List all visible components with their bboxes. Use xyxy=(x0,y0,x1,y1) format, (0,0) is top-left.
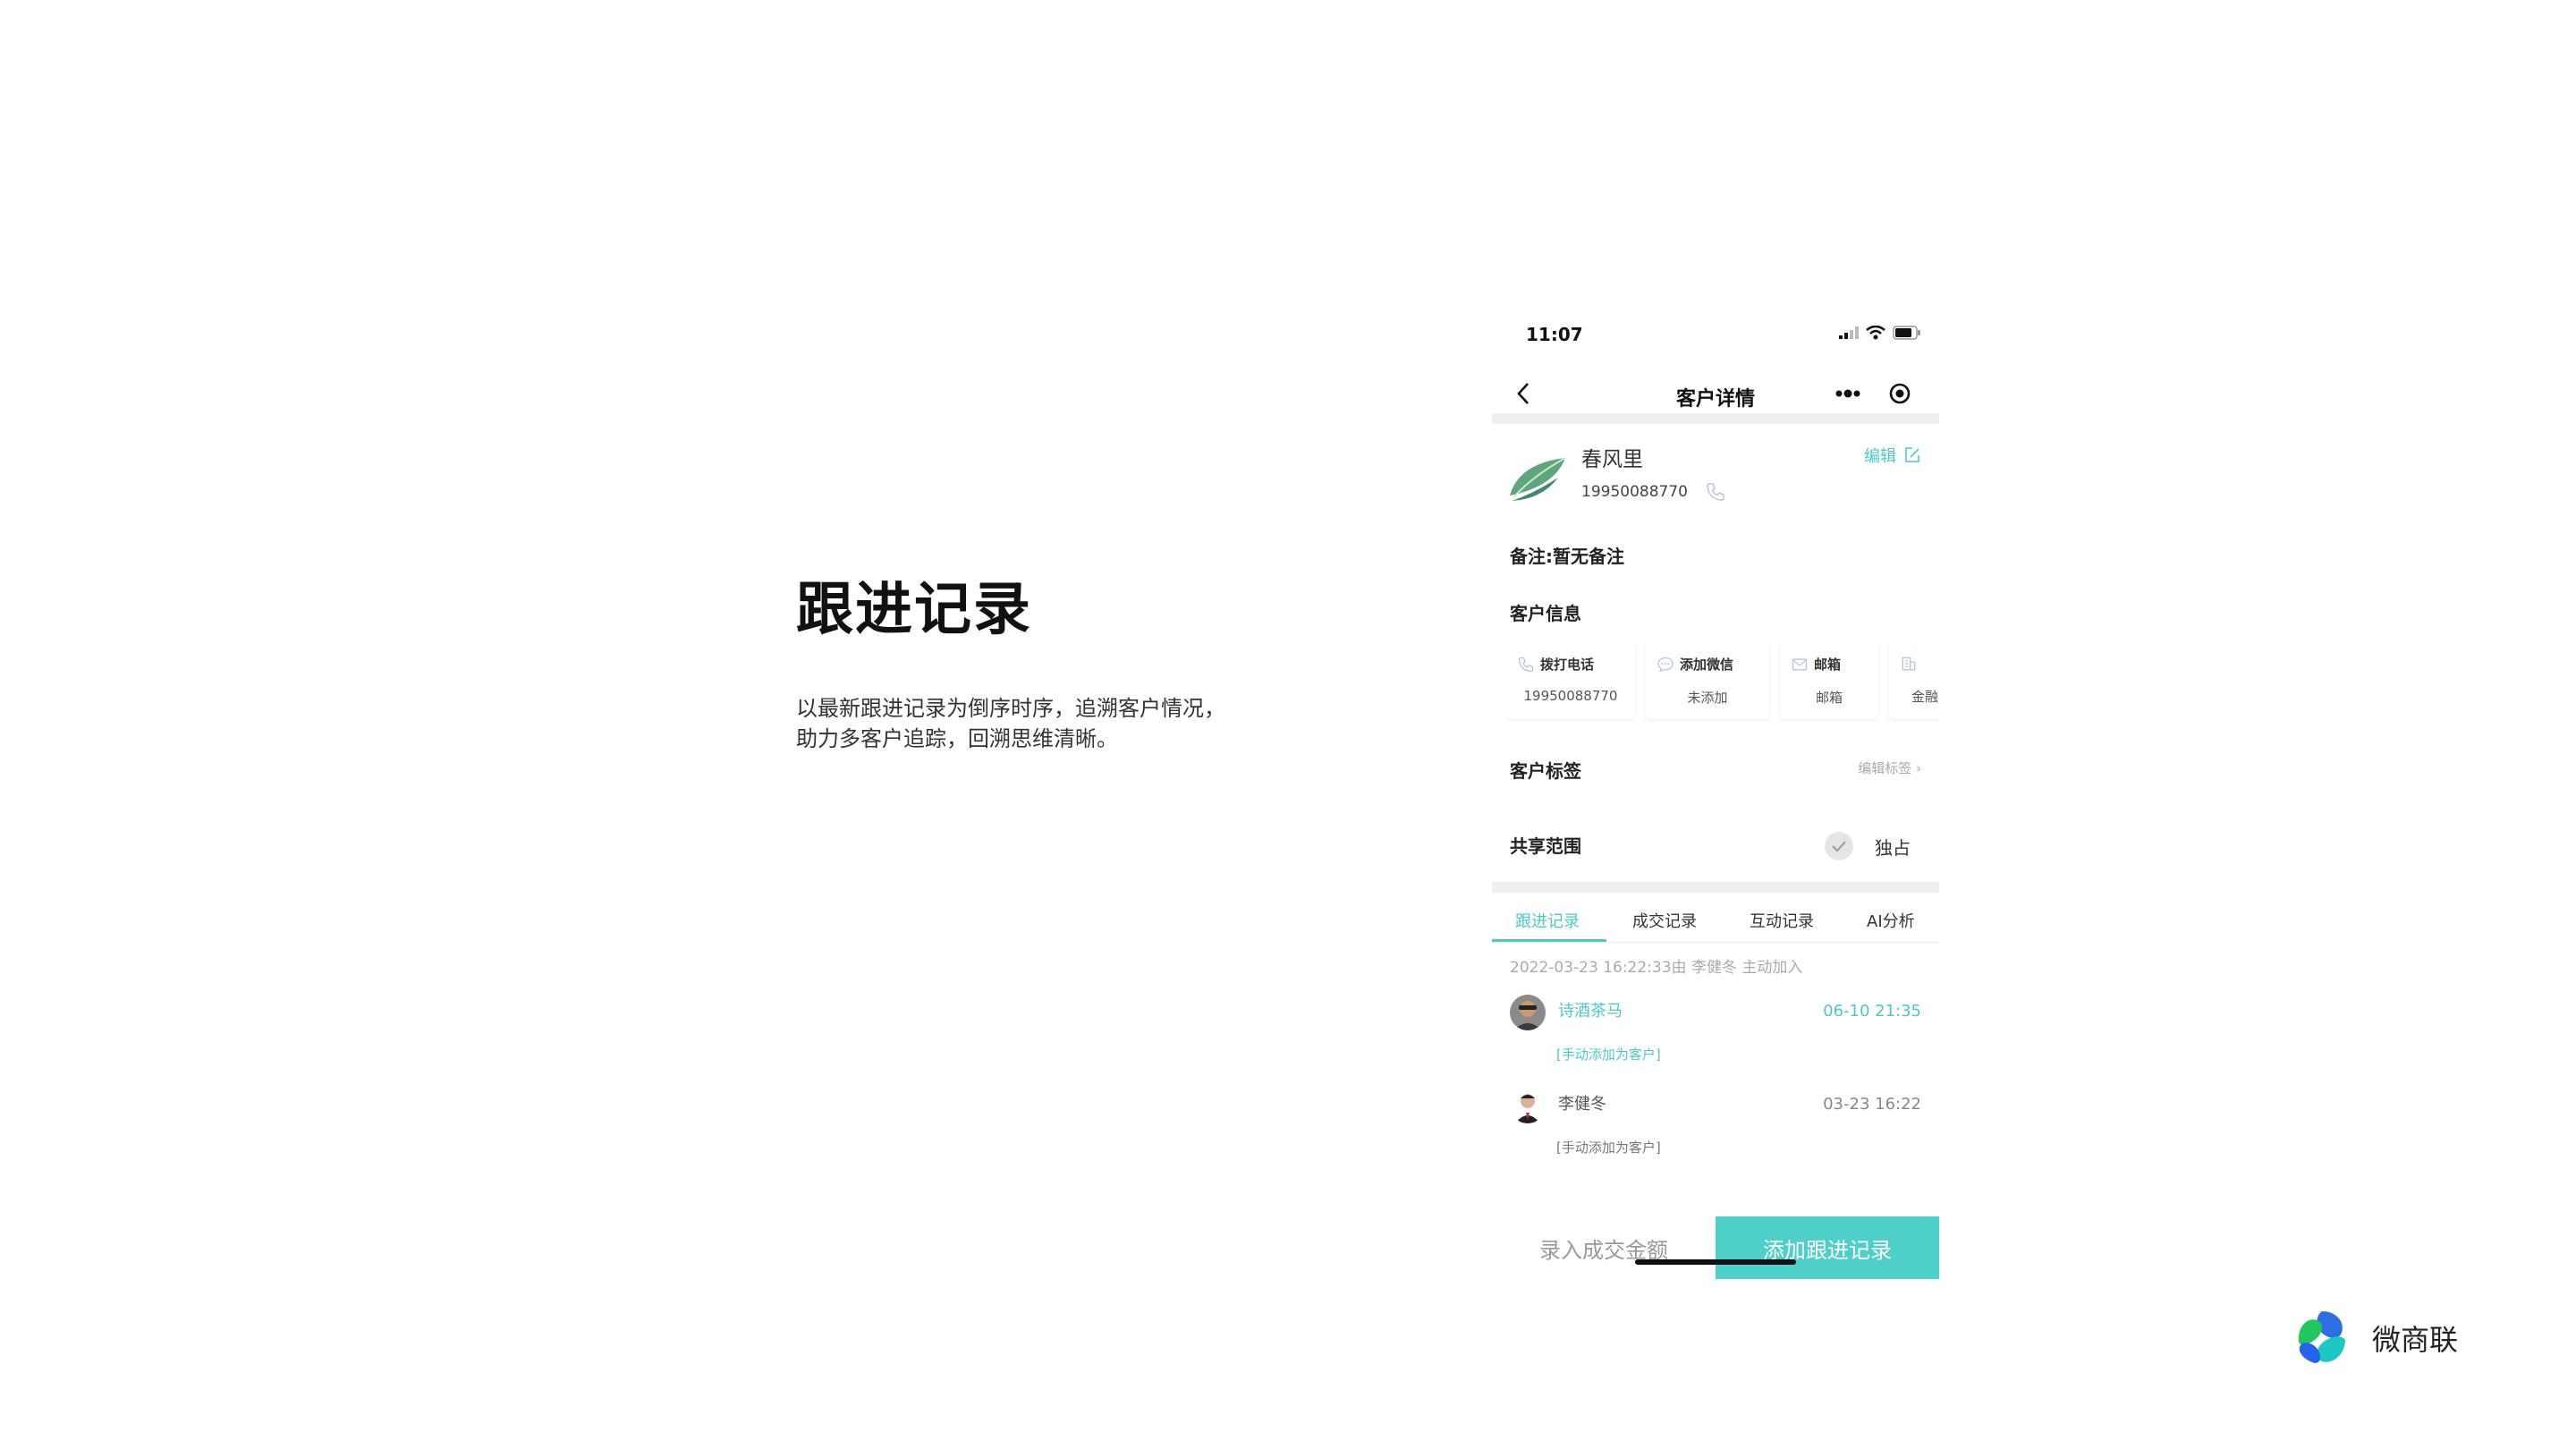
email-card-value: 邮箱 xyxy=(1815,690,1843,706)
tab-ai-analysis[interactable]: AI分析 xyxy=(1867,909,1915,932)
customer-name: 春风里 xyxy=(1581,448,1643,471)
record-note: [手动添加为客户] xyxy=(1556,1140,1661,1156)
record-tabs: 跟进记录 成交记录 互动记录 AI分析 xyxy=(1492,896,1939,943)
list-item[interactable]: 诗酒茶马 06-10 21:35 [手动添加为客户] xyxy=(1492,995,1939,1080)
active-tab-indicator xyxy=(1492,939,1606,942)
edit-tags-link[interactable]: 编辑标签 › xyxy=(1858,758,1921,777)
wechat-card-label: 添加微信 xyxy=(1680,657,1734,673)
slide-description-line-2: 助力多客户追踪，回溯思维清晰。 xyxy=(796,726,1118,751)
customer-phone: 19950088770 xyxy=(1581,483,1688,501)
call-card-label: 拨打电话 xyxy=(1540,657,1595,673)
bank-icon xyxy=(1902,657,1916,671)
mail-icon xyxy=(1792,658,1808,670)
finance-card[interactable]: 金融 xyxy=(1889,642,1939,719)
call-card[interactable]: 拨打电话 19950088770 xyxy=(1506,642,1635,719)
divider xyxy=(1492,882,1939,893)
phone-icon[interactable] xyxy=(1705,481,1726,503)
slide-description: 以最新跟进记录为倒序时序，追溯客户情况， 助力多客户追踪，回溯思维清晰。 xyxy=(796,693,1297,754)
email-card-label: 邮箱 xyxy=(1814,657,1842,673)
call-card-value: 19950088770 xyxy=(1523,688,1618,704)
wechat-card[interactable]: 添加微信 未添加 xyxy=(1646,642,1769,719)
customer-profile: 春风里 19950088770 编辑 xyxy=(1492,431,1939,530)
mini-program-capsule xyxy=(1821,377,1925,410)
edit-button[interactable]: 编辑 xyxy=(1864,444,1921,467)
customer-info-cards: 拨打电话 19950088770 添加微信 未添加 邮箱 邮箱 金融 xyxy=(1506,642,1939,724)
record-time: 03-23 16:22 xyxy=(1823,1095,1921,1114)
battery-icon xyxy=(1893,326,1920,340)
target-icon[interactable] xyxy=(1888,382,1911,405)
divider xyxy=(1492,413,1939,424)
nav-bar: 客户详情 xyxy=(1492,367,1939,420)
exclusive-radio[interactable] xyxy=(1825,832,1853,860)
bottom-action-bar: 录入成交金额 添加跟进记录 xyxy=(1492,1216,1939,1279)
chat-icon xyxy=(1657,657,1674,673)
home-indicator xyxy=(1635,1259,1796,1265)
avatar xyxy=(1510,1088,1546,1123)
share-scope-label: 共享范围 xyxy=(1510,835,1581,857)
avatar xyxy=(1510,995,1546,1030)
finance-card-value: 金融 xyxy=(1911,689,1938,705)
record-name: 诗酒茶马 xyxy=(1558,1002,1623,1021)
check-icon xyxy=(1832,841,1846,852)
customer-remark: 备注:暂无备注 xyxy=(1510,546,1624,567)
slide-title: 跟进记录 xyxy=(796,577,1032,643)
tab-follow-up[interactable]: 跟进记录 xyxy=(1515,909,1580,932)
enter-deal-amount-button[interactable]: 录入成交金额 xyxy=(1492,1216,1716,1279)
email-card[interactable]: 邮箱 邮箱 xyxy=(1780,642,1878,719)
slide-description-line-1: 以最新跟进记录为倒序时序，追溯客户情况， xyxy=(796,696,1225,721)
record-time: 06-10 21:35 xyxy=(1823,1002,1921,1021)
add-follow-up-button[interactable]: 添加跟进记录 xyxy=(1716,1216,1939,1279)
customer-avatar xyxy=(1510,457,1566,501)
edit-icon xyxy=(1905,447,1919,462)
phone-screen: 11:07 客户详情 春风里 19950088770 编辑 备注:暂无备注 客户… xyxy=(1492,304,1939,1288)
signal-icon xyxy=(1839,326,1859,339)
status-bar: 11:07 xyxy=(1492,304,1939,367)
customer-tags-heading: 客户标签 xyxy=(1510,760,1581,782)
brand-logo: 微商联 xyxy=(2290,1306,2458,1370)
list-item[interactable]: 李健冬 03-23 16:22 [手动添加为客户] xyxy=(1492,1088,1939,1174)
more-dots-icon[interactable] xyxy=(1835,389,1861,398)
tab-deals[interactable]: 成交记录 xyxy=(1632,909,1697,932)
brand-logo-icon xyxy=(2298,1311,2345,1363)
record-note: [手动添加为客户] xyxy=(1556,1046,1661,1063)
customer-info-heading: 客户信息 xyxy=(1510,603,1581,624)
tab-interactions[interactable]: 互动记录 xyxy=(1750,909,1814,932)
status-icons xyxy=(1839,326,1921,340)
records-header: 2022-03-23 16:22:33由 李健冬 主动加入 xyxy=(1510,959,1803,977)
record-name: 李健冬 xyxy=(1558,1095,1606,1114)
edit-label: 编辑 xyxy=(1864,447,1896,466)
wifi-icon xyxy=(1866,326,1885,340)
brand-name: 微商联 xyxy=(2372,1323,2459,1357)
phone-icon xyxy=(1518,657,1534,672)
share-scope-row: 共享范围 独占 xyxy=(1492,823,1939,868)
share-scope-value: 独占 xyxy=(1875,837,1911,859)
status-time: 11:07 xyxy=(1526,324,1583,345)
wechat-card-value: 未添加 xyxy=(1687,690,1728,706)
